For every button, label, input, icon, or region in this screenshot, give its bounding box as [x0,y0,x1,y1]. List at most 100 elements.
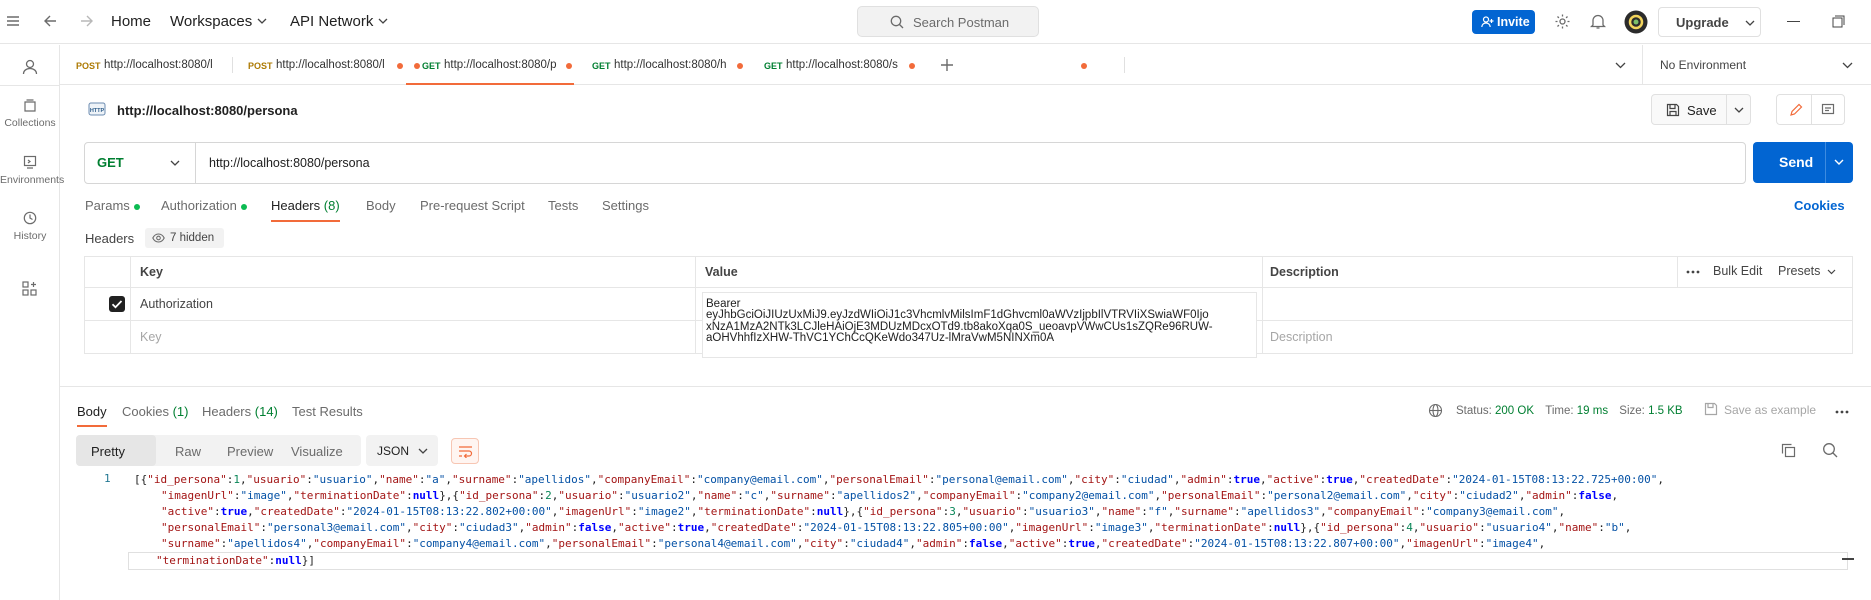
wrap-lines-button[interactable] [451,438,479,464]
chevron-down-icon [1827,269,1836,275]
user-icon[interactable] [22,59,38,75]
bell-icon[interactable] [1590,13,1606,30]
tab-pre-request-script[interactable]: Pre-request Script [420,198,525,213]
format-pretty[interactable]: Pretty [76,435,156,466]
active-dot [133,203,140,210]
forward-arrow-icon[interactable] [80,14,94,28]
code-line: "surname":"apellidos4","companyEmail":"c… [161,537,1546,550]
request-title[interactable]: http://localhost:8080/persona [117,103,298,118]
more-options-icon[interactable] [1835,410,1849,414]
tab-test-results[interactable]: Test Results [292,404,363,419]
active-dot [240,203,247,210]
tab-authorization[interactable]: Authorization [161,198,247,213]
response-body-code[interactable]: [{"id_persona":1,"usuario":"usuario","na… [128,472,1848,570]
format-label: Pretty [91,444,125,459]
sidebar-item-environments[interactable]: Environments [0,155,64,186]
send-button[interactable]: Send [1753,142,1853,183]
copy-icon[interactable] [1781,443,1796,458]
chevron-down-icon[interactable] [1834,159,1844,166]
url-bar: GET http://localhost:8080/persona [84,142,1746,184]
tab-response-body[interactable]: Body [77,404,107,427]
status-badge[interactable]: 200 OK [1495,405,1534,417]
chevron-down-icon [1842,62,1853,69]
tab-method: GET [592,61,611,71]
svg-text:HTTP: HTTP [90,108,105,114]
edit-pencil-icon[interactable] [1789,103,1803,117]
new-tab-icon[interactable] [940,58,954,72]
more-options-icon[interactable] [1686,270,1700,274]
maximize-icon[interactable] [1832,15,1845,28]
tab-settings[interactable]: Settings [602,198,649,213]
search-input[interactable]: Search Postman [857,6,1039,37]
new-description-input[interactable]: Description [1270,330,1333,344]
home-link[interactable]: Home [111,13,151,30]
tab-headers[interactable]: Headers (8) [271,198,340,222]
tab-request-5[interactable]: GET http://localhost:8080/s [746,45,918,85]
tab-response-cookies[interactable]: Cookies (1) [122,404,188,419]
time-label: Time: [1545,405,1574,417]
hidden-headers-toggle[interactable]: 7 hidden [145,228,224,248]
sidebar-item-label: Environments [0,174,65,186]
avatar[interactable] [1624,10,1648,34]
comment-icon[interactable] [1821,103,1835,117]
header-value-field[interactable]: Bearer eyJhbGciOiJIUzUxMiJ9.eyJzdWIiOiJ1… [702,292,1257,358]
unsaved-dot [909,63,915,69]
wrap-lines-icon [458,445,473,458]
eye-icon [152,233,165,243]
tab-request-1[interactable]: POST http://localhost:8080/l [76,45,420,85]
tab-params[interactable]: Params [85,198,140,213]
search-icon[interactable] [1822,442,1838,458]
tab-request-4[interactable]: GET http://localhost:8080/h [574,45,746,85]
save-icon [1704,402,1718,416]
tab-count: (8) [323,198,340,213]
gear-icon[interactable] [1554,13,1571,30]
globe-icon[interactable] [1428,403,1443,418]
send-label: Send [1779,154,1814,170]
header-enabled-checkbox[interactable] [109,296,125,312]
bulk-edit-button[interactable]: Bulk Edit [1713,264,1762,278]
tab-request-3[interactable]: GET http://localhost:8080/p [406,45,574,85]
tab-tests[interactable]: Tests [548,198,578,213]
format-type-label: JSON [377,444,410,458]
workspaces-menu[interactable]: Workspaces [170,13,252,30]
chevron-down-icon [378,18,388,25]
tab-method: GET [764,61,783,71]
size-value[interactable]: 1.5 KB [1648,405,1683,417]
header-key-authorization[interactable]: Authorization [140,297,213,311]
tab-response-headers[interactable]: Headers (14) [202,404,278,419]
divider [695,256,696,354]
format-label: Preview [227,444,274,459]
tab-request-2[interactable]: POST http://localhost:8080/l [248,45,406,85]
chevron-down-icon [170,160,180,167]
format-visualize[interactable]: Visualize [288,435,360,466]
sidebar-item-collections[interactable]: Collections [0,98,60,129]
format-preview[interactable]: Preview [212,435,282,466]
presets-button[interactable]: Presets [1778,264,1820,278]
method-select[interactable]: GET [85,143,196,183]
environment-selector[interactable]: No Environment [1642,45,1871,85]
format-type-select[interactable]: JSON [366,435,438,466]
sidebar-item-history[interactable]: History [0,211,60,242]
invite-button[interactable]: Invite [1472,10,1535,34]
tab-body[interactable]: Body [366,198,396,213]
new-key-input[interactable]: Key [140,330,162,344]
upgrade-button[interactable]: Upgrade [1658,7,1761,37]
tabs-overflow-chevron-icon[interactable] [1615,62,1626,69]
back-arrow-icon[interactable] [43,14,57,28]
minimize-icon[interactable] [1787,21,1800,22]
save-button[interactable]: Save [1651,94,1751,125]
tab-label: Authorization [161,198,237,213]
add-widget-icon[interactable] [22,281,37,296]
save-as-example-button[interactable]: Save as example [1724,403,1816,417]
menu-icon[interactable] [6,15,20,27]
cookies-label: Cookies [1794,198,1845,213]
api-network-menu[interactable]: API Network [290,13,373,30]
url-input[interactable]: http://localhost:8080/persona [209,156,370,170]
format-raw[interactable]: Raw [160,435,220,466]
divider [1124,57,1125,73]
cookies-link[interactable]: Cookies [1794,198,1845,213]
top-bar: Home Workspaces API Network Search Postm… [0,0,1871,44]
status-label: Status: [1456,405,1492,417]
sidebar: Collections Environments History [0,45,64,600]
time-value[interactable]: 19 ms [1577,405,1608,417]
